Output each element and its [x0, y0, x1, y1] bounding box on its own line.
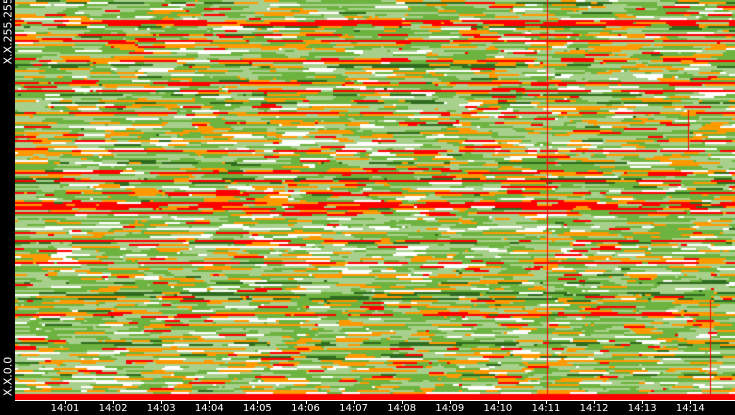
x-tick-label: 14:11: [531, 403, 561, 414]
x-tick-label: 14:08: [387, 403, 417, 414]
x-tick-label: 14:06: [291, 403, 320, 414]
x-tick-label: 14:14: [675, 403, 705, 414]
x-tick-label: 14:01: [50, 403, 80, 414]
x-tick-label: 14:09: [435, 403, 465, 414]
x-tick-label: 14:10: [483, 403, 513, 414]
x-axis-line: [15, 400, 735, 401]
x-tick-label: 14:13: [627, 403, 657, 414]
x-tick-label: 14:04: [194, 403, 224, 414]
heatmap-chart: X.X.255.255 X.X.0.0 14:01 14:02 14:03 14:04…: [0, 0, 735, 415]
x-tick-label: 14:02: [98, 403, 128, 414]
y-tick-label-top: X.X.255.255: [1, 0, 15, 65]
x-tick-label: 14:07: [339, 403, 368, 414]
x-tick-label: 14:05: [242, 403, 272, 414]
x-tick-label: 14:12: [579, 403, 609, 414]
y-tick-label-bottom: X.X.0.0: [1, 356, 15, 397]
heatmap-plot-area: [15, 0, 735, 400]
x-tick-label: 14:03: [146, 403, 176, 414]
